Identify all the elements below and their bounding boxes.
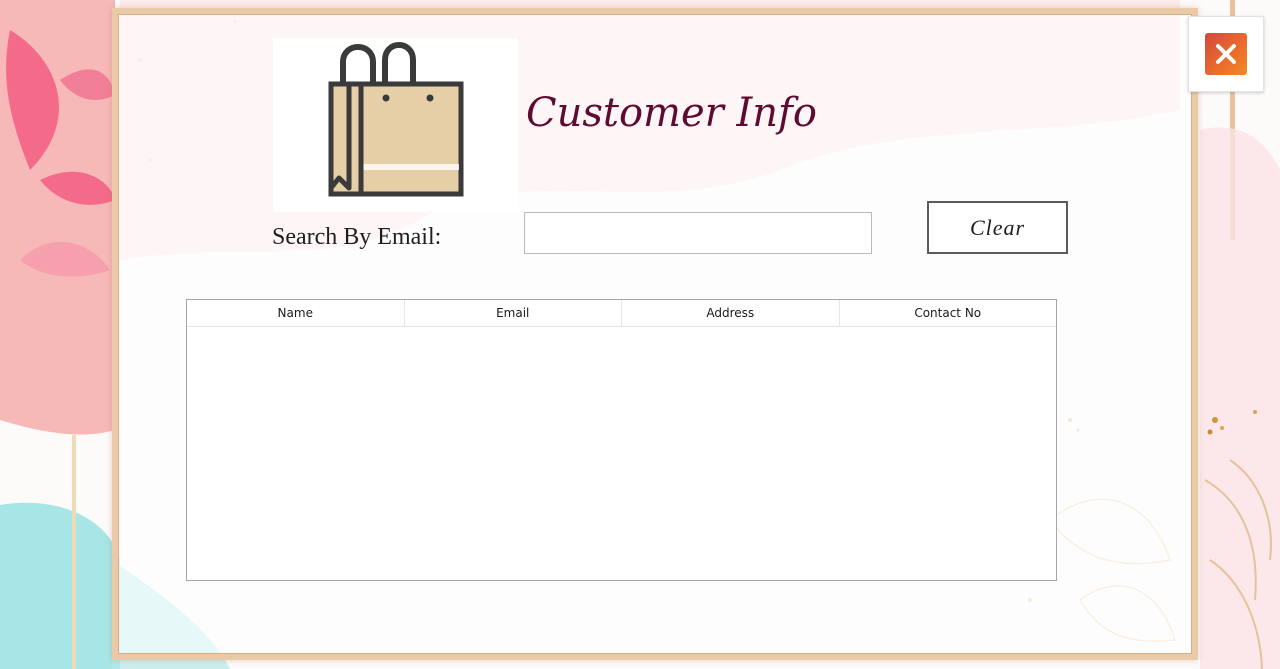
customer-info-window: Customer Info Search By Email: Clear Nam… [0,0,1280,669]
column-header-contact-no[interactable]: Contact No [840,300,1057,326]
clear-button[interactable]: Clear [927,201,1068,254]
table-body [187,327,1056,580]
customer-table[interactable]: Name Email Address Contact No [186,299,1057,581]
close-button-face [1205,33,1247,75]
search-email-input[interactable] [524,212,872,254]
column-header-email[interactable]: Email [405,300,622,326]
column-header-name[interactable]: Name [187,300,405,326]
shopping-bag-icon [328,42,464,197]
close-button[interactable] [1188,16,1264,92]
page-title: Customer Info [526,90,817,136]
column-header-address[interactable]: Address [622,300,840,326]
table-header: Name Email Address Contact No [187,300,1056,327]
search-label: Search By Email: [272,224,442,250]
store-logo [273,38,518,212]
close-icon [1216,44,1236,64]
